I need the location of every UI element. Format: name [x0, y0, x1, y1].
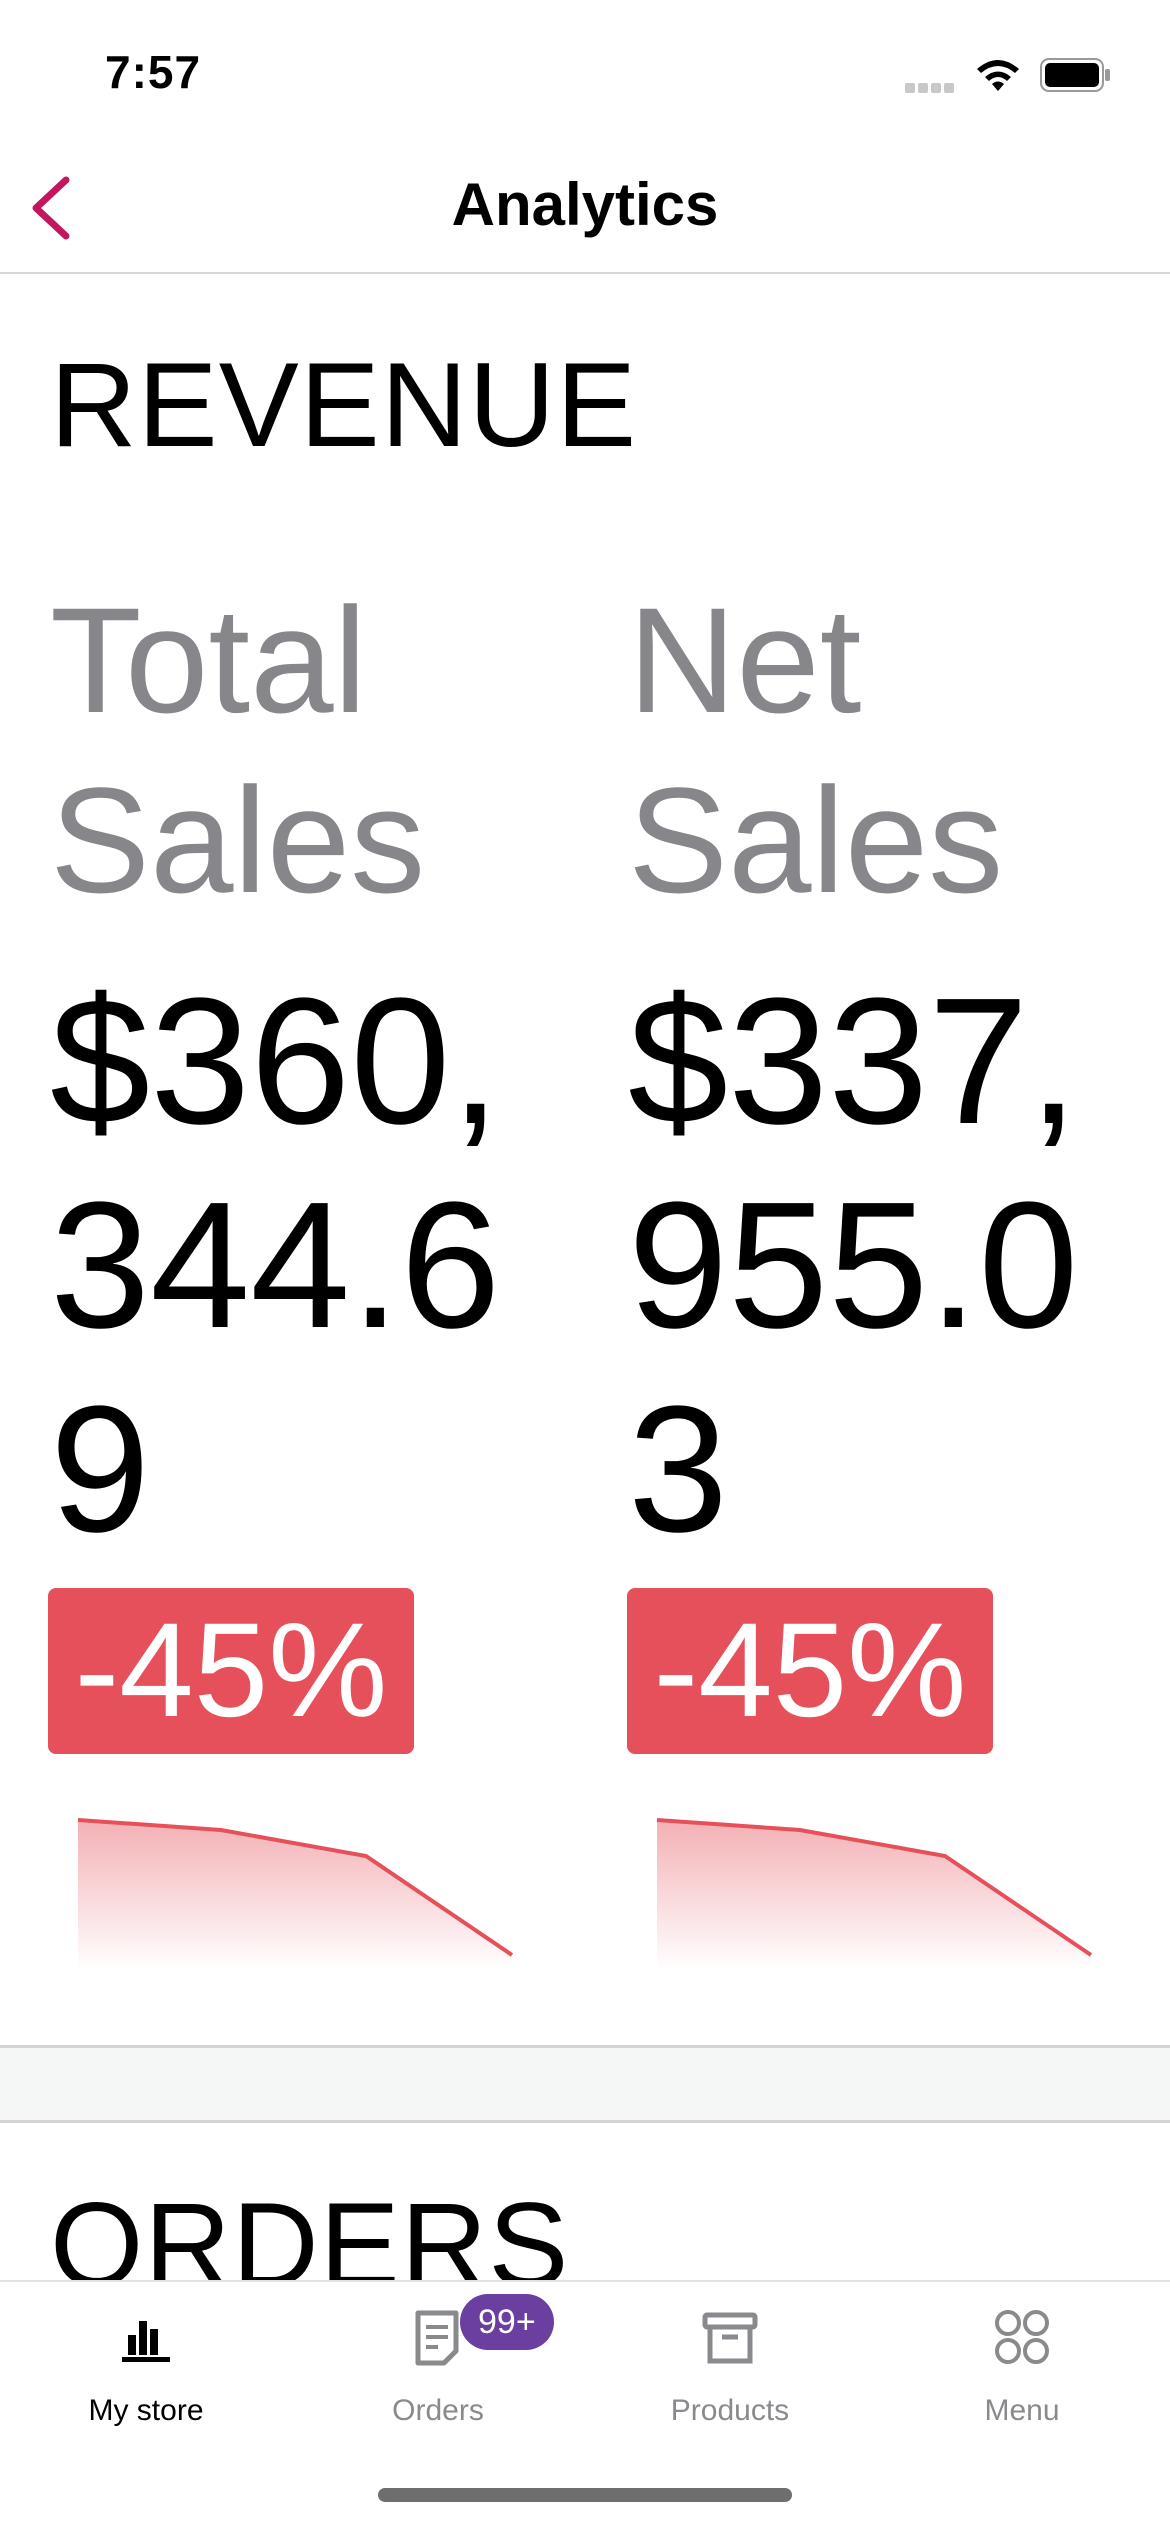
tab-products[interactable]: Products	[584, 2282, 876, 2452]
net-sales-delta-badge: -45%	[627, 1588, 993, 1754]
orders-count-badge: 99+	[460, 2294, 554, 2350]
cellular-signal-icon	[905, 80, 957, 98]
status-time: 7:57	[105, 46, 202, 98]
tab-menu[interactable]: Menu	[876, 2282, 1168, 2452]
wifi-icon	[977, 60, 1019, 91]
navigation-bar: Analytics	[0, 140, 1170, 274]
total-sales-value: $360,344.69	[50, 961, 501, 1570]
archive-box-icon	[702, 2312, 758, 2364]
page-title: Analytics	[451, 171, 719, 238]
net-sales-sparkline	[656, 1818, 1093, 1970]
total-sales-label: Total Sales	[50, 576, 426, 924]
status-bar: 7:57	[0, 0, 1170, 140]
revenue-heading: REVENUE	[50, 338, 638, 472]
battery-icon	[1040, 58, 1110, 92]
net-sales-value: $337,955.03	[628, 961, 1079, 1570]
net-sales-card[interactable]: Net Sales $337,955.03	[628, 570, 1168, 1572]
home-indicator	[378, 2488, 792, 2502]
tab-label: Products	[670, 2394, 790, 2427]
section-divider	[0, 2045, 1170, 2123]
tab-label: Menu	[984, 2394, 1060, 2427]
total-sales-card[interactable]: Total Sales $360,344.69	[50, 570, 590, 1572]
total-sales-sparkline	[77, 1818, 514, 1970]
menu-grid-icon	[995, 2310, 1049, 2364]
tab-label: Orders	[392, 2394, 484, 2427]
tab-my-store[interactable]: My store	[0, 2282, 292, 2452]
bar-chart-icon	[122, 2321, 170, 2362]
total-sales-delta-badge: -45%	[48, 1588, 414, 1754]
orders-icon	[415, 2310, 459, 2366]
tab-label: My store	[88, 2394, 204, 2427]
analytics-screen: 7:57 Analytics REVENUE Total Sales $360,…	[0, 0, 1170, 2532]
net-sales-label: Net Sales	[628, 576, 1004, 924]
